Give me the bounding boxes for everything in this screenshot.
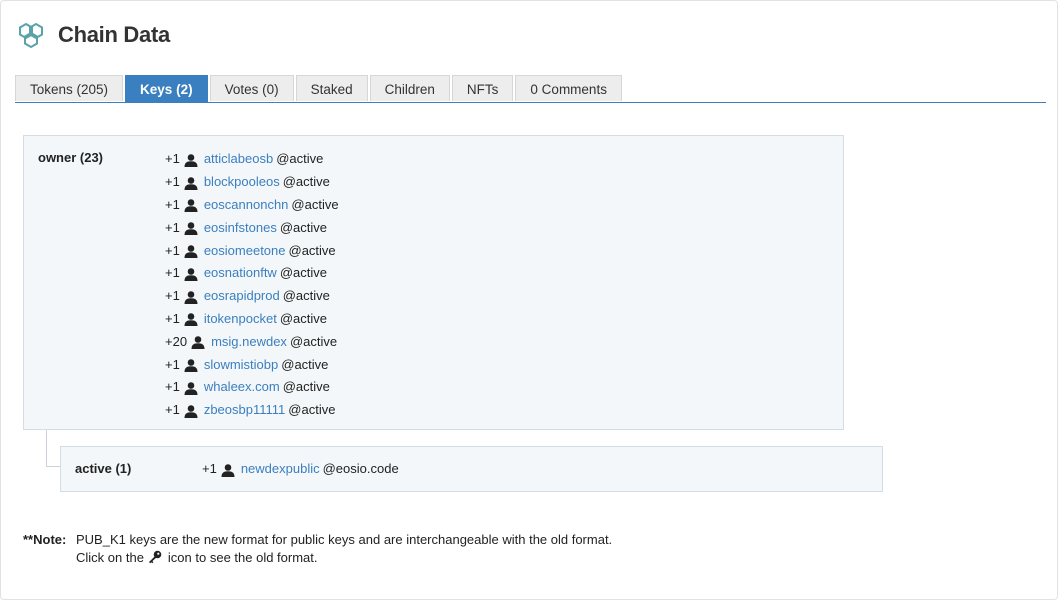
user-icon [184,267,198,281]
authority-row: +1 whaleex.com @active [165,376,339,399]
authority-row: +1 eosiomeetone @active [165,239,339,262]
account-link[interactable]: newdexpublic [241,459,320,479]
authority-row: +1 zbeosbp11111 @active [165,399,339,422]
permission-suffix: @active [288,402,336,418]
note-line-2-start: Click on the [76,550,144,565]
account-link[interactable]: eosrapidprod [204,286,280,306]
authority-row: +1 itokenpocket @active [165,308,339,331]
permission-suffix: @active [279,265,327,281]
weight: +1 [165,151,180,167]
user-icon [184,290,198,304]
weight: +1 [165,310,180,326]
account-link[interactable]: eosinfstones [204,218,277,238]
account-link[interactable]: eosnationftw [204,263,277,283]
permission-suffix: @active [282,379,330,395]
permission-owner: owner (23) +1 atticlabeosb @active +1 block… [23,135,844,430]
permission-suffix: @active [281,356,329,372]
tab-comments[interactable]: 0 Comments [515,75,622,101]
authority-row: +20 msig.newdex @active [165,330,339,353]
permission-suffix: @active [289,333,338,349]
permission-suffix: @eosio.code [322,461,399,477]
permission-name: owner (23) [38,150,104,165]
permission-suffix: @active [279,310,327,326]
authority-row: +1 eosrapidprod @active [165,285,339,308]
weight: +1 [165,219,180,235]
authority-list: +1 newdexpublic @eosio.code [202,458,399,481]
account-link[interactable]: atticlabeosb [204,149,273,169]
tab-nfts[interactable]: NFTs [451,75,514,101]
user-icon [184,358,198,373]
account-link[interactable]: eosiomeetone [204,241,286,261]
hexagon-chain-icon [16,20,46,50]
account-link[interactable]: msig.newdex [211,332,287,352]
authority-row: +1 eoscannonchn @active [165,194,339,217]
permission-suffix: @active [282,174,330,190]
tab-children[interactable]: Children [369,75,450,101]
note-line-2: Click on the icon to see the old format. [76,549,612,567]
authority-row: +1 atticlabeosb @active [165,148,339,171]
weight: +1 [165,356,180,372]
account-link[interactable]: eoscannonchn [204,195,289,215]
user-icon [184,312,198,327]
weight: +1 [165,402,180,418]
weight: +1 [165,265,180,281]
permission-name: active (1) [75,461,132,476]
user-icon [184,176,198,190]
tab-votes[interactable]: Votes (0) [209,75,294,101]
tab-tokens[interactable]: Tokens (205) [15,75,124,101]
key-icon [148,550,162,564]
authority-row: +1 slowmistiobp @active [165,353,339,376]
account-link[interactable]: slowmistiobp [204,355,278,375]
user-icon [184,198,198,213]
user-icon [184,404,198,418]
note-line-1: PUB_K1 keys are the new format for publi… [76,532,613,547]
authority-list: +1 atticlabeosb @active +1 blockpooleos @act… [165,148,339,422]
user-icon [221,463,235,477]
account-link[interactable]: blockpooleos [204,172,280,192]
permission-suffix: @active [291,196,339,212]
user-icon [184,381,198,395]
hierarchy-connector [46,430,61,467]
tab-bar: Tokens (205) Keys (2) Votes (0) Staked C… [15,75,1046,103]
note-label: **Note: [23,532,67,547]
permission-suffix: @active [288,242,336,258]
permission-active: active (1) +1 newdexpublic @eosio.code [60,446,883,492]
permission-suffix: @active [279,219,327,235]
weight: +20 [165,333,188,349]
authority-row: +1 eosinfstones @active [165,216,339,239]
user-icon [184,244,198,259]
user-icon [191,335,205,350]
page-header: Chain Data [16,19,170,51]
page-title: Chain Data [58,22,170,47]
weight: +1 [165,288,180,304]
weight: +1 [165,174,180,190]
authority-row: +1 eosnationftw @active [165,262,339,285]
permission-suffix: @active [276,151,324,167]
account-link[interactable]: whaleex.com [204,377,280,397]
page-frame: Chain Data Tokens (205) Keys (2) Votes (… [0,0,1058,600]
weight: +1 [165,379,180,395]
authority-row: +1 newdexpublic @eosio.code [202,458,399,481]
weight: +1 [202,461,217,477]
permission-suffix: @active [282,288,330,304]
tab-staked[interactable]: Staked [295,75,368,101]
user-icon [184,153,198,167]
account-link[interactable]: itokenpocket [204,309,277,329]
user-icon [184,221,198,236]
note-line-2-end: icon to see the old format. [167,550,318,565]
account-link[interactable]: zbeosbp11111 [204,400,285,420]
weight: +1 [165,196,180,212]
weight: +1 [165,242,180,258]
authority-row: +1 blockpooleos @active [165,171,339,194]
tab-keys[interactable]: Keys (2) [125,75,208,102]
